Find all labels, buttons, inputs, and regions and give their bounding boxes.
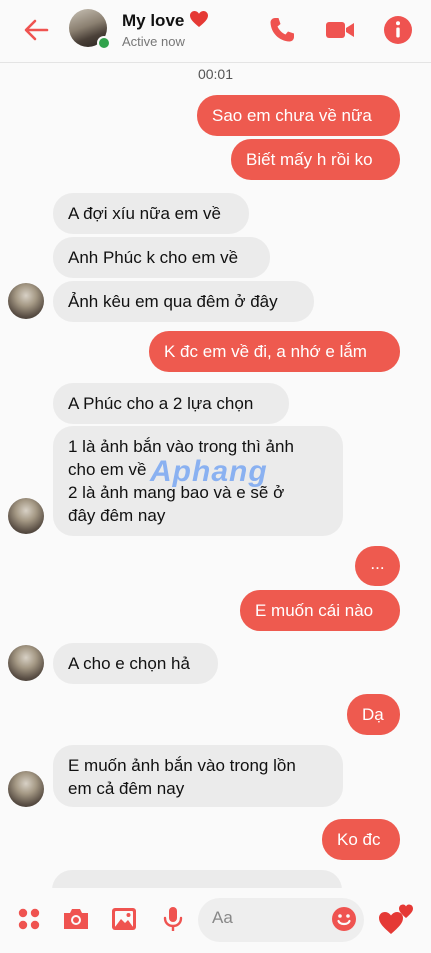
contact-name[interactable]: My love (122, 10, 209, 31)
incoming-message[interactable]: Ảnh kêu em qua đêm ở đây (53, 281, 314, 322)
gallery-icon[interactable] (109, 904, 139, 934)
message-input-placeholder: Aa (212, 908, 233, 927)
incoming-message[interactable]: A cho e chọn hả (53, 643, 218, 684)
conversation-timestamp: 00:01 (197, 66, 234, 82)
outgoing-message[interactable]: Biết mấy h rồi ko (231, 139, 400, 180)
video-camera-icon[interactable] (324, 14, 356, 46)
camera-icon[interactable] (61, 904, 91, 934)
contact-avatar-small (8, 498, 44, 534)
contact-avatar-small (8, 645, 44, 681)
outgoing-message[interactable]: Ko đc (322, 819, 400, 860)
outgoing-message[interactable]: Dạ (347, 694, 400, 735)
microphone-icon[interactable] (158, 904, 188, 934)
contact-avatar-small (8, 283, 44, 319)
outgoing-message[interactable]: ... (355, 546, 400, 586)
contact-avatar-small (8, 771, 44, 807)
info-icon[interactable] (382, 14, 414, 46)
incoming-message[interactable]: A Phúc cho a 2 lựa chọn (53, 383, 289, 424)
incoming-message[interactable]: E muốn ảnh bắn vào trong lồn em cả đêm n… (53, 745, 343, 807)
phone-icon[interactable] (266, 14, 298, 46)
hearts-icon[interactable] (377, 898, 417, 938)
incoming-message[interactable]: Anh Phúc k cho em về (53, 237, 270, 278)
heart-icon (190, 11, 209, 27)
emoji-icon[interactable] (329, 904, 359, 934)
menu-dots-icon[interactable] (14, 904, 44, 934)
watermark: Aphang (150, 455, 268, 488)
outgoing-message[interactable]: K đc em về đi, a nhớ e lắm (149, 331, 400, 372)
chat-header: My love Active now (0, 0, 431, 63)
outgoing-message[interactable]: E muốn cái nào (240, 590, 400, 631)
outgoing-message[interactable]: Sao em chưa về nữa (197, 95, 400, 136)
incoming-message[interactable]: A đợi xíu nữa em về (53, 193, 249, 234)
back-arrow-icon[interactable] (20, 14, 52, 46)
online-indicator (97, 36, 111, 50)
contact-status: Active now (122, 34, 185, 49)
